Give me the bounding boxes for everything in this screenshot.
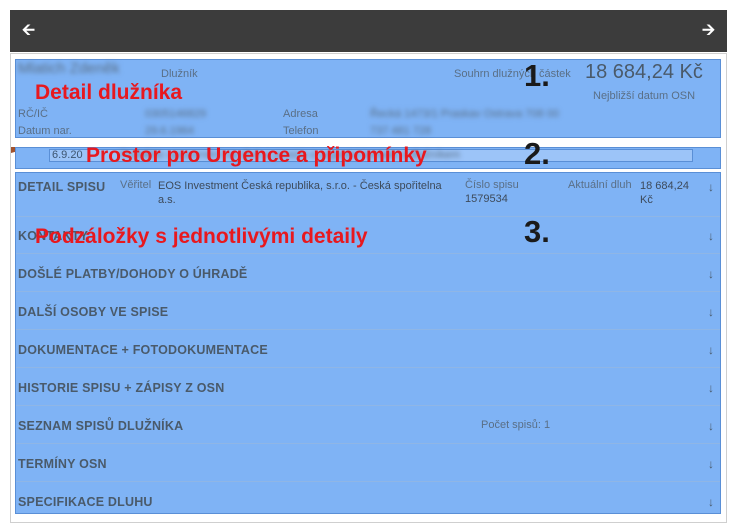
tab-label: DOŠLÉ PLATBY/DOHODY O ÚHRADĚ	[18, 267, 248, 281]
arrow-down-icon[interactable]: ↓	[708, 343, 714, 357]
tab-label: SEZNAM SPISŮ DLUŽNÍKA	[18, 419, 184, 433]
next-osn-label: Nejbližší datum OSN	[593, 90, 696, 102]
tab-label: TERMÍNY OSN	[18, 457, 107, 471]
urgence-date: 6.9.20	[52, 149, 83, 161]
annotation-urgence-label: Prostor pro Urgence a připomínky	[86, 144, 427, 167]
tab-historie[interactable]: HISTORIE SPISU + ZÁPISY Z OSN ↓	[16, 369, 720, 406]
tab-label: DALŠÍ OSOBY VE SPISE	[18, 305, 169, 319]
arrow-down-icon[interactable]: ↓	[708, 180, 714, 194]
tab-label: SPECIFIKACE DLUHU	[18, 495, 153, 509]
annotation-number-2: 2.	[524, 136, 550, 171]
annotation-subtabs-label: Podzáložky s jednotlivými detaily	[35, 225, 368, 248]
id-label: RČ/IČ	[18, 108, 48, 120]
debtor-name: Mlatich Zdeněk	[18, 60, 120, 77]
dob-label: Datum nar.	[18, 125, 72, 137]
address-value: Řecká 1473/1 Praskav Ostrava 708 00	[370, 108, 559, 120]
detail-spisu-title: DETAIL SPISU	[18, 180, 106, 194]
current-debt-value: 18 684,24 Kč	[640, 180, 689, 206]
arrow-down-icon[interactable]: ↓	[708, 457, 714, 471]
top-navigation-bar: 🡨 🡪	[10, 10, 727, 52]
tab-seznam-spisu[interactable]: SEZNAM SPISŮ DLUŽNÍKA Počet spisů: 1 ↓	[16, 407, 720, 444]
arrow-down-icon[interactable]: ↓	[708, 419, 714, 433]
summary-amount: 18 684,24 Kč	[585, 61, 703, 83]
tab-terminy-osn[interactable]: TERMÍNY OSN ↓	[16, 445, 720, 482]
arrow-down-icon[interactable]: ↓	[708, 267, 714, 281]
file-no-label: Číslo spisu	[465, 179, 519, 191]
tab-dokumentace[interactable]: DOKUMENTACE + FOTODOKUMENTACE ↓	[16, 331, 720, 368]
arrow-left-icon[interactable]: 🡨	[22, 23, 35, 39]
tab-platby[interactable]: DOŠLÉ PLATBY/DOHODY O ÚHRADĚ ↓	[16, 255, 720, 292]
phone-label: Telefon	[283, 125, 319, 137]
annotation-number-3: 3.	[524, 214, 550, 249]
file-no-value: 1579534	[465, 193, 508, 205]
arrow-down-icon[interactable]: ↓	[708, 305, 714, 319]
tab-label: HISTORIE SPISU + ZÁPISY Z OSN	[18, 381, 225, 395]
arrow-right-icon[interactable]: 🡪	[702, 23, 715, 39]
id-value: 0305146829	[145, 108, 207, 120]
address-label: Adresa	[283, 108, 318, 120]
arrow-down-icon[interactable]: ↓	[708, 229, 714, 243]
debtor-role-label: Dlužník	[161, 68, 198, 80]
summary-label: Souhrn dlužných částek	[454, 68, 571, 80]
phone-value: 737 481 728	[370, 125, 432, 137]
creditor-value: EOS Investment Česká republika, s.r.o. -…	[158, 180, 442, 206]
creditor-label: Věřitel	[120, 179, 152, 191]
tab-dalsi-osoby[interactable]: DALŠÍ OSOBY VE SPISE ↓	[16, 293, 720, 330]
tab-specifikace[interactable]: SPECIFIKACE DLUHU ↓	[16, 483, 720, 520]
file-count: Počet spisů: 1	[481, 419, 551, 431]
annotation-detail-label: Detail dlužníka	[35, 81, 183, 104]
dob-value: 29.6.1964	[145, 125, 194, 137]
current-debt-label: Aktuální dluh	[568, 179, 632, 191]
annotation-number-1: 1.	[524, 58, 550, 93]
arrow-down-icon[interactable]: ↓	[708, 495, 714, 509]
tab-label: DOKUMENTACE + FOTODOKUMENTACE	[18, 343, 268, 357]
arrow-down-icon[interactable]: ↓	[708, 381, 714, 395]
